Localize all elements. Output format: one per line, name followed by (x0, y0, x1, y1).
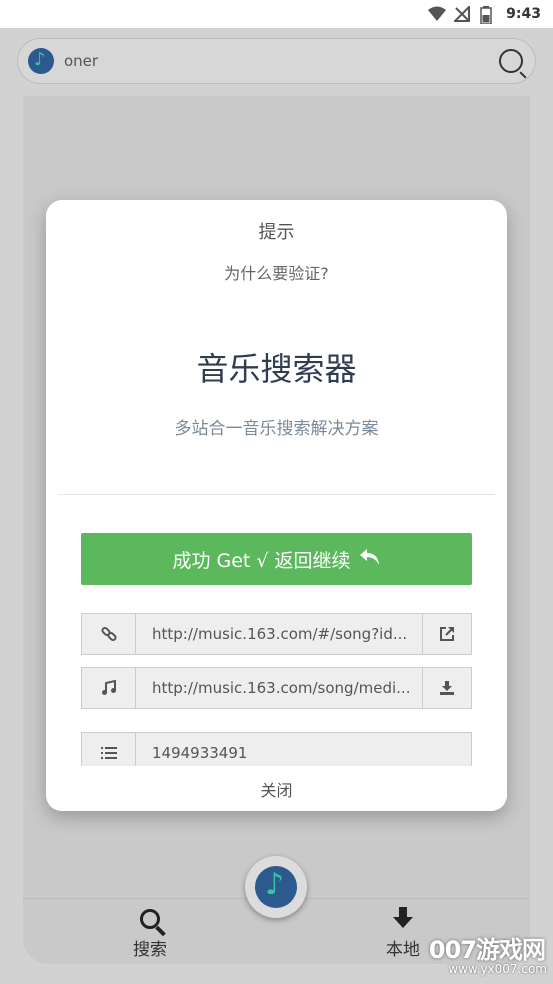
battery-icon (480, 6, 498, 25)
status-time: 9:43 (506, 6, 541, 22)
dialog-description: 多站合一音乐搜索解决方案 (174, 419, 379, 439)
watermark-main: 007游戏网 (428, 936, 546, 964)
close-button[interactable]: 关闭 (46, 766, 507, 811)
download-arrow-icon (393, 907, 413, 929)
search-bar[interactable]: oner (17, 38, 536, 84)
divider (58, 494, 495, 495)
music-icon (82, 668, 136, 708)
media-url-field[interactable]: http://music.163.com/song/medi... (136, 668, 422, 708)
music-note-icon (255, 866, 297, 908)
download-icon[interactable] (422, 668, 471, 708)
success-continue-button[interactable]: 成功 Get √ 返回继续 (81, 533, 472, 585)
no-signal-icon (452, 4, 472, 22)
search-icon[interactable] (499, 49, 523, 73)
link-url-group: http://music.163.com/#/song?id... (81, 613, 472, 655)
dialog-subtitle: 为什么要验证? (224, 264, 329, 283)
search-input[interactable]: oner (64, 52, 499, 70)
app-logo-icon (28, 48, 54, 74)
close-button-label: 关闭 (260, 780, 293, 800)
open-external-icon[interactable] (422, 614, 471, 654)
nav-search-label: 搜索 (133, 940, 167, 960)
link-url-field[interactable]: http://music.163.com/#/song?id... (136, 614, 422, 654)
link-icon (82, 614, 136, 654)
status-bar: 9:43 (0, 0, 553, 28)
verification-dialog: 提示 为什么要验证? 音乐搜索器 多站合一音乐搜索解决方案 成功 Get √ 返… (46, 200, 507, 811)
wifi-icon (428, 6, 447, 22)
media-url-group: http://music.163.com/song/medi... (81, 667, 472, 709)
player-fab-button[interactable] (245, 856, 307, 918)
watermark-url: www.yx007.com (448, 962, 547, 976)
reply-icon (359, 547, 381, 571)
magnifier-icon (140, 909, 160, 929)
watermark: 007游戏网 www.yx007.com (424, 930, 553, 984)
success-button-label: 成功 Get √ 返回继续 (172, 549, 351, 572)
dialog-title: 提示 (258, 222, 295, 243)
dialog-heading: 音乐搜索器 (196, 350, 357, 388)
nav-local-label: 本地 (386, 940, 420, 960)
nav-search[interactable]: 搜索 (120, 907, 180, 960)
